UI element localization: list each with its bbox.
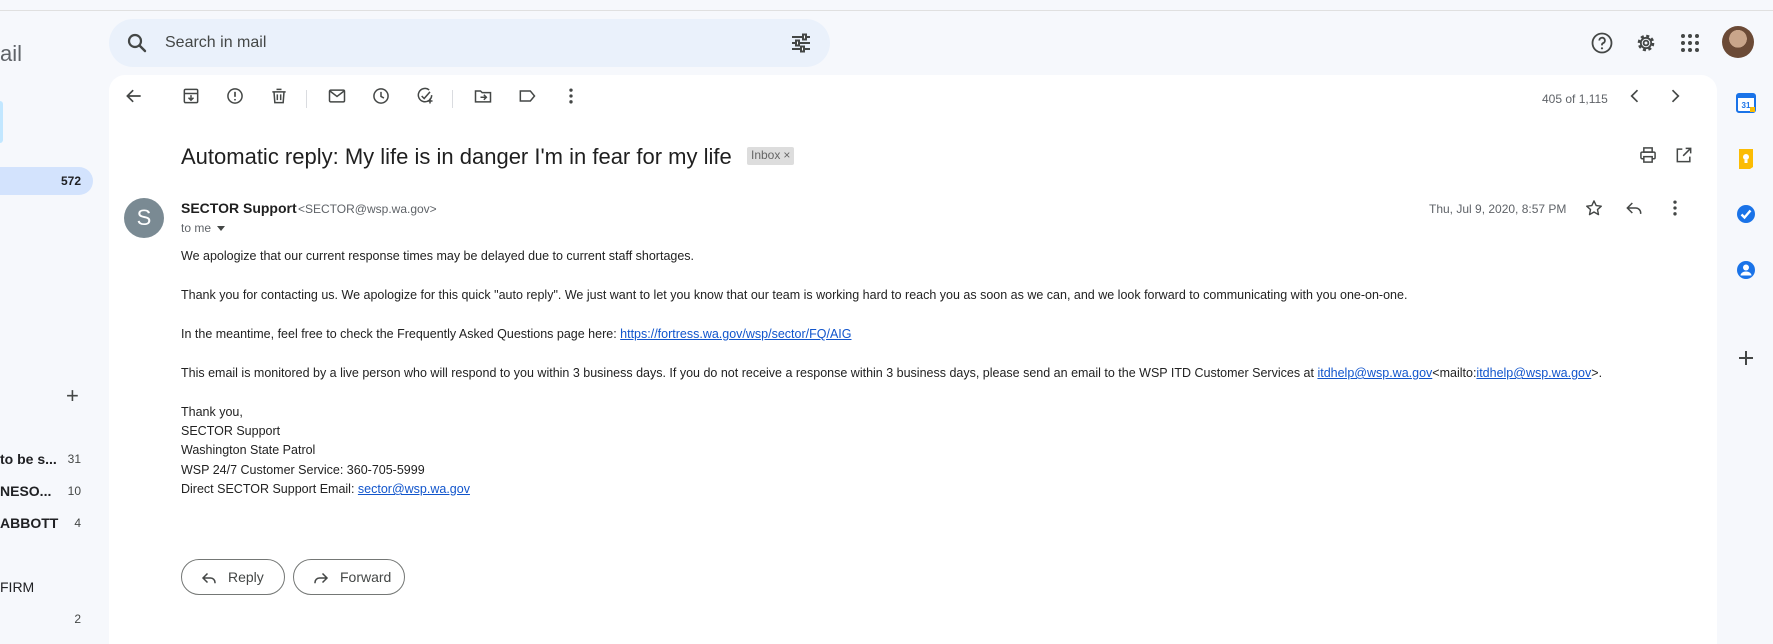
left-navigation: ail 572 + to be s... 31 NESO... 10 ABBOT… [0, 11, 108, 644]
search-input[interactable] [165, 29, 725, 57]
body-text: In the meantime, feel free to check the … [181, 327, 621, 341]
search-icon[interactable] [125, 31, 149, 55]
body-paragraph: Thank you for contacting us. We apologiz… [181, 288, 1408, 302]
contacts-icon[interactable] [1734, 258, 1758, 282]
account-avatar[interactable] [1722, 26, 1754, 58]
star-icon[interactable] [1584, 198, 1604, 218]
email-view: 405 of 1,115 Automatic reply: My life is… [109, 75, 1717, 644]
email-subject: Automatic reply: My life is in danger I'… [181, 144, 732, 169]
calendar-day-label: 31 [1742, 101, 1751, 110]
label-name: FIRM [0, 579, 35, 595]
search-options-icon[interactable] [789, 31, 813, 55]
details-caret-icon[interactable] [217, 226, 226, 232]
keep-icon[interactable] [1734, 147, 1758, 171]
reply-label: Reply [228, 569, 264, 585]
label-count: 31 [67, 452, 81, 466]
label-item[interactable]: to be s... 31 [0, 448, 90, 470]
get-addons-plus-icon[interactable] [1734, 346, 1758, 370]
inbox-count: 572 [60, 174, 81, 188]
reply-arrow-icon [201, 572, 216, 584]
badge-label: Inbox [751, 148, 781, 162]
pagination-count: 405 of 1,115 [1542, 92, 1608, 106]
nav-item-inbox[interactable]: 572 [0, 167, 93, 195]
report-spam-icon[interactable] [225, 86, 245, 106]
signature-line: SECTOR Support [181, 424, 281, 438]
gmail-logo-fragment: ail [0, 41, 23, 66]
newer-chevron-left-icon[interactable] [1625, 86, 1645, 106]
forward-label: Forward [340, 569, 392, 585]
sender-avatar[interactable]: S [124, 198, 164, 238]
body-paragraph: We apologize that our current response t… [181, 249, 695, 263]
body-text: <mailto: [1432, 366, 1477, 380]
archive-icon[interactable] [181, 86, 201, 106]
sender-name[interactable]: SECTOR Support [181, 200, 297, 216]
snooze-clock-icon[interactable] [371, 86, 391, 106]
signature-line: Direct SECTOR Support Email: sector@wsp.… [181, 482, 470, 496]
body-paragraph: This email is monitored by a live person… [181, 366, 1602, 380]
body-paragraph: In the meantime, feel free to check the … [181, 327, 851, 341]
label-name: NESO... [0, 483, 52, 499]
label-tag-icon[interactable] [517, 86, 537, 106]
body-text: >. [1591, 366, 1603, 380]
print-icon[interactable] [1638, 145, 1658, 165]
apps-grid-icon[interactable] [1678, 31, 1702, 55]
calendar-icon[interactable]: 31 [1734, 91, 1758, 115]
compose-button[interactable] [0, 101, 3, 143]
reply-button[interactable]: Reply [181, 559, 285, 595]
signature-line: Thank you, [181, 405, 243, 419]
label-item[interactable]: FIRM [0, 576, 90, 598]
faq-link[interactable]: https://fortress.wa.gov/wsp/sector/FQ/AI… [620, 327, 851, 341]
settings-gear-icon[interactable] [1634, 31, 1658, 55]
label-count: 10 [67, 484, 81, 498]
itdhelp-mailto-link[interactable]: itdhelp@wsp.wa.gov [1476, 366, 1591, 380]
search-bar[interactable] [109, 19, 830, 67]
signature-line: Washington State Patrol [181, 443, 316, 457]
tasks-icon[interactable] [1734, 202, 1758, 226]
top-edge [0, 0, 1773, 11]
label-count: 2 [74, 612, 81, 626]
sender-email: <SECTOR@wsp.wa.gov> [298, 202, 437, 216]
create-label-plus-icon[interactable]: + [66, 383, 79, 409]
reply-icon[interactable] [1624, 198, 1644, 218]
label-count: 4 [74, 516, 81, 530]
itdhelp-email-link[interactable]: itdhelp@wsp.wa.gov [1317, 366, 1432, 380]
email-date: Thu, Jul 9, 2020, 8:57 PM [1429, 202, 1567, 216]
toolbar-divider [306, 90, 307, 108]
open-in-new-window-icon[interactable] [1674, 145, 1694, 165]
back-arrow-icon[interactable] [124, 86, 144, 106]
body-text: Direct SECTOR Support Email: [181, 482, 358, 496]
toolbar-divider [452, 90, 453, 108]
sector-email-link[interactable]: sector@wsp.wa.gov [358, 482, 470, 496]
help-icon[interactable] [1590, 31, 1614, 55]
more-options-icon[interactable] [1665, 198, 1685, 218]
forward-button[interactable]: Forward [293, 559, 405, 595]
label-name: to be s... [0, 451, 57, 467]
label-name: ABBOTT [0, 515, 59, 531]
label-item[interactable]: NESO... 10 [0, 480, 90, 502]
inbox-label-badge: Inbox × [747, 147, 795, 165]
body-text: This email is monitored by a live person… [181, 366, 1318, 380]
recipient-label: to me [181, 221, 212, 235]
delete-trash-icon[interactable] [269, 86, 289, 106]
signature-line: WSP 24/7 Customer Service: 360-705-5999 [181, 463, 425, 477]
older-chevron-right-icon[interactable] [1665, 86, 1685, 106]
more-vertical-icon[interactable] [561, 86, 581, 106]
mark-unread-mail-icon[interactable] [327, 86, 347, 106]
recipient-details[interactable]: to me [181, 221, 226, 235]
add-to-tasks-icon[interactable] [415, 86, 435, 106]
remove-label-close-icon[interactable]: × [783, 148, 790, 162]
label-item[interactable]: ABBOTT 4 [0, 512, 90, 534]
move-to-folder-icon[interactable] [473, 86, 493, 106]
forward-arrow-icon [314, 572, 329, 584]
label-item[interactable]: 2 [0, 608, 90, 630]
